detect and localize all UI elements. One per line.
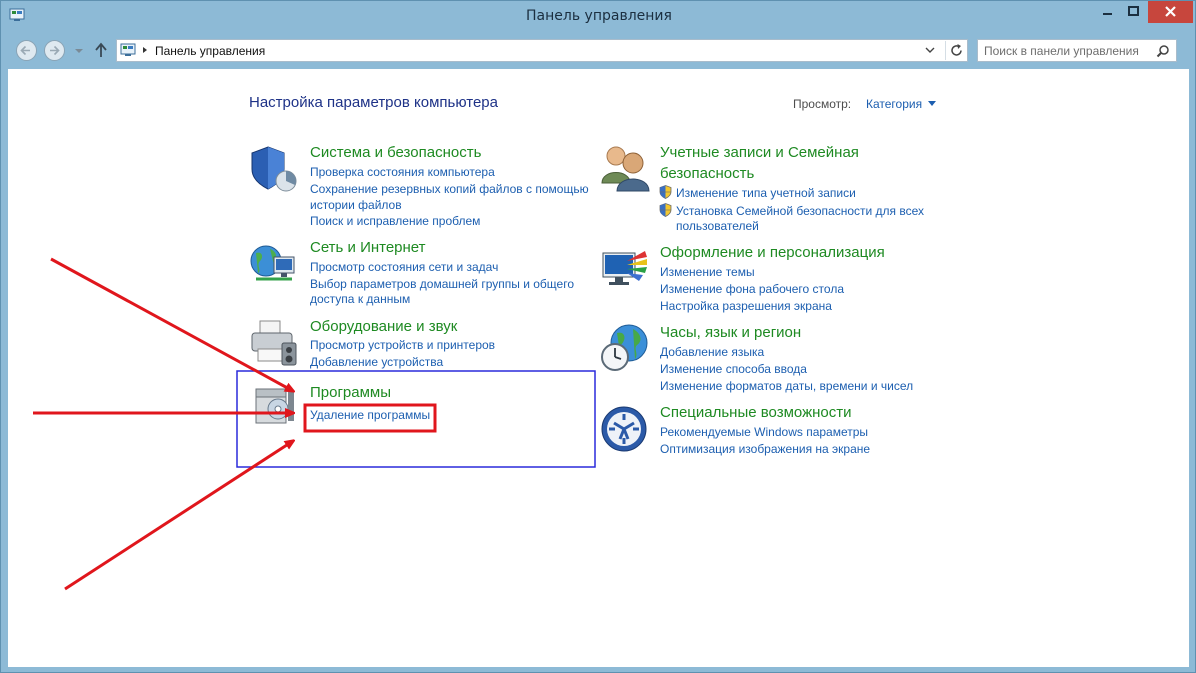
programs-icon: [255, 388, 294, 424]
minimize-icon: [1103, 13, 1112, 15]
link-file-history-backup-cont[interactable]: истории файлов: [310, 197, 402, 213]
window-title: Панель управления: [526, 8, 672, 24]
category-title[interactable]: Сеть и Интернет: [310, 238, 426, 258]
printer-icon: [251, 320, 297, 366]
content-area: Настройка параметров компьютера Просмотр…: [8, 69, 1189, 667]
recent-locations-chevron-icon[interactable]: [74, 46, 84, 56]
link-uninstall-program[interactable]: Удаление программы: [310, 407, 430, 423]
link-troubleshoot[interactable]: Поиск и исправление проблем: [310, 213, 480, 229]
refresh-button[interactable]: [945, 41, 967, 60]
forward-button[interactable]: [44, 40, 65, 61]
maximize-button[interactable]: [1121, 1, 1145, 23]
link-check-computer-status[interactable]: Проверка состояния компьютера: [310, 164, 495, 180]
page-title: Настройка параметров компьютера: [249, 94, 498, 111]
category-title[interactable]: Оборудование и звук: [310, 317, 457, 337]
personalization-icon: [602, 251, 647, 285]
link-recommended-settings[interactable]: Рекомендуемые Windows параметры: [660, 424, 868, 440]
category-title[interactable]: Учетные записи и Семейная: [660, 143, 859, 163]
view-by-label: Просмотр:: [793, 97, 852, 111]
category-title[interactable]: Часы, язык и регион: [660, 323, 801, 343]
chevron-down-icon[interactable]: [928, 101, 936, 106]
search-icon[interactable]: [1156, 44, 1170, 58]
up-arrow-icon[interactable]: [94, 42, 108, 58]
refresh-icon: [951, 44, 962, 56]
link-file-history-backup[interactable]: Сохранение резервных копий файлов с помо…: [310, 181, 589, 197]
clock-globe-icon: [601, 324, 648, 371]
close-button[interactable]: [1148, 1, 1193, 23]
shield-icon: [251, 146, 297, 192]
uac-shield-icon: [659, 203, 672, 217]
minimize-button[interactable]: [1095, 1, 1119, 23]
control-panel-icon: [120, 43, 136, 56]
breadcrumb-item[interactable]: Панель управления: [155, 44, 265, 58]
link-change-account-type[interactable]: Изменение типа учетной записи: [676, 185, 856, 201]
arrow-right-icon: [50, 45, 60, 56]
navigation-bar: Панель управления: [8, 33, 1189, 66]
link-change-desktop-background[interactable]: Изменение фона рабочего стола: [660, 281, 844, 297]
breadcrumb-chevron-icon[interactable]: [141, 44, 149, 56]
category-title[interactable]: Оформление и персонализация: [660, 243, 885, 263]
link-devices-printers[interactable]: Просмотр устройств и принтеров: [310, 337, 495, 353]
link-change-theme[interactable]: Изменение темы: [660, 264, 755, 280]
category-title[interactable]: Программы: [310, 383, 391, 403]
maximize-icon: [1128, 6, 1139, 16]
link-family-safety-cont[interactable]: пользователей: [676, 218, 759, 234]
category-title[interactable]: Система и безопасность: [310, 143, 481, 163]
chevron-down-icon[interactable]: [924, 44, 936, 56]
ease-of-access-icon: [601, 406, 647, 452]
link-optimize-display[interactable]: Оптимизация изображения на экране: [660, 441, 870, 457]
link-screen-resolution[interactable]: Настройка разрешения экрана: [660, 298, 832, 314]
link-homegroup-options[interactable]: Выбор параметров домашней группы и общег…: [310, 276, 574, 292]
back-button[interactable]: [16, 40, 37, 61]
link-add-language[interactable]: Добавление языка: [660, 344, 764, 360]
close-icon: [1165, 6, 1176, 17]
search-box: [977, 39, 1177, 62]
search-input[interactable]: [984, 42, 1152, 59]
users-icon: [601, 146, 650, 192]
category-title-cont[interactable]: безопасность: [660, 164, 754, 184]
link-network-status[interactable]: Просмотр состояния сети и задач: [310, 259, 498, 275]
address-bar[interactable]: Панель управления: [116, 39, 968, 62]
link-add-device[interactable]: Добавление устройства: [310, 354, 443, 370]
network-globe-icon: [250, 245, 295, 281]
link-change-input-method[interactable]: Изменение способа ввода: [660, 361, 807, 377]
link-homegroup-options-cont[interactable]: доступа к данным: [310, 291, 410, 307]
category-title[interactable]: Специальные возможности: [660, 403, 852, 423]
uac-shield-icon: [659, 185, 672, 199]
link-change-date-formats[interactable]: Изменение форматов даты, времени и чисел: [660, 378, 913, 394]
title-bar: Панель управления: [1, 1, 1196, 33]
control-panel-window: Панель управления Панель управления Поис…: [0, 0, 1196, 673]
view-by-dropdown[interactable]: Категория: [866, 97, 922, 111]
link-family-safety[interactable]: Установка Семейной безопасности для всех: [676, 203, 924, 219]
arrow-left-icon: [20, 45, 30, 56]
